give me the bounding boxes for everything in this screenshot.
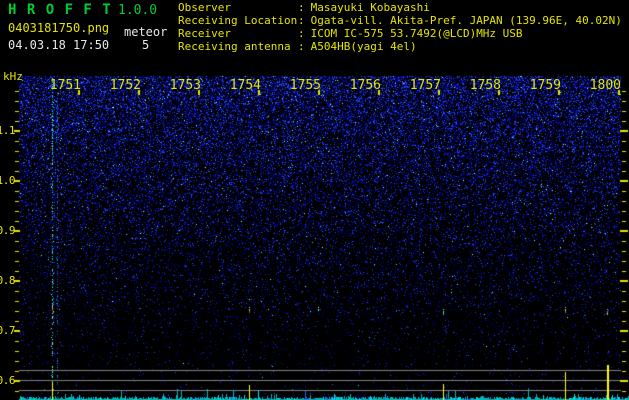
station-value: ICOM IC-575 53.7492(@LCD)MHz USB <box>310 27 523 40</box>
station-label: Observer <box>178 1 231 14</box>
colon: : <box>298 27 305 40</box>
observation-mode: meteor <box>124 25 168 39</box>
header: H R O F F T 1.0.0 0403181750.png meteor … <box>0 0 629 66</box>
station-label: Receiving antenna <box>178 40 291 53</box>
station-row-location: Receiving Location: Ogata-vill. Akita-Pre… <box>178 14 622 27</box>
station-value: A504HB(yagi 4el) <box>310 40 417 53</box>
colon: : <box>298 40 305 53</box>
app-title: H R O F F T <box>8 2 112 18</box>
station-label: Receiving Location <box>178 14 298 27</box>
capture-datetime: 04.03.18 17:50 <box>8 38 110 52</box>
colon: : <box>298 1 305 14</box>
station-row-receiver: Receiver: ICOM IC-575 53.7492(@LCD)MHz US… <box>178 27 622 40</box>
meteor-count: 5 <box>142 38 150 52</box>
output-filename: 0403181750.png <box>8 21 110 35</box>
station-label: Receiver <box>178 27 231 40</box>
station-value: Ogata-vill. Akita-Pref. JAPAN (139.96E, … <box>310 14 622 27</box>
station-value: Masayuki Kobayashi <box>310 1 430 14</box>
station-row-antenna: Receiving antenna: A504HB(yagi 4el) <box>178 40 622 53</box>
station-info: Observer: Masayuki Kobayashi Receiving Lo… <box>178 1 622 53</box>
station-row-observer: Observer: Masayuki Kobayashi <box>178 1 622 14</box>
hrofft-screen: kHz 1751 1752 1753 1754 1755 1756 1757 1758 1759… <box>0 0 629 400</box>
app-version: 1.0.0 <box>118 3 158 18</box>
colon: : <box>298 14 305 27</box>
